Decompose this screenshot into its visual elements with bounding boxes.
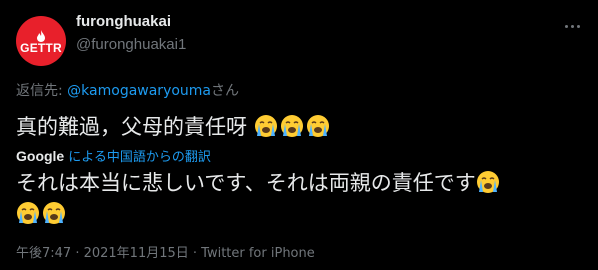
more-dot (576, 24, 580, 28)
replying-to: 返信先: @kamogawaryoumaさん (16, 80, 239, 100)
replying-prefix: 返信先: (16, 83, 68, 99)
google-logo: Google (16, 147, 65, 164)
more-dot (564, 24, 568, 28)
avatar[interactable]: GETTR (16, 16, 66, 66)
crying-face-icon (280, 115, 303, 137)
tweet-body: 真的難過，父母的責任呀 (16, 115, 247, 139)
crying-face-icon (43, 202, 65, 224)
tweet-timestamp[interactable]: 午後7:47 · 2021年11月15日 · Twitter for iPhon… (16, 242, 315, 261)
translated-body: それは本当に悲しいです、それは両親の責任です (16, 171, 476, 195)
translated-text: それは本当に悲しいです、それは両親の責任です (16, 168, 582, 230)
crying-face-icon (476, 171, 499, 193)
tweet-text: 真的難過，父母的責任呀 (16, 113, 582, 142)
reply-mention-link[interactable]: @kamogawaryouma (67, 83, 211, 99)
crying-face-icon (254, 115, 277, 137)
translation-attribution[interactable]: Google による中国語からの翻訳 (16, 146, 211, 166)
author-handle[interactable]: @furonghuakai1 (76, 36, 186, 53)
avatar-logo-text: GETTR (20, 40, 62, 55)
replying-suffix: さん (211, 83, 240, 99)
author-name[interactable]: furonghuakai (76, 13, 171, 30)
flame-icon (37, 29, 45, 42)
more-dot (570, 24, 574, 28)
crying-face-icon (306, 115, 329, 137)
more-options-button[interactable] (562, 16, 582, 36)
crying-face-icon (17, 202, 39, 224)
translation-label[interactable]: による中国語からの翻訳 (68, 146, 211, 165)
